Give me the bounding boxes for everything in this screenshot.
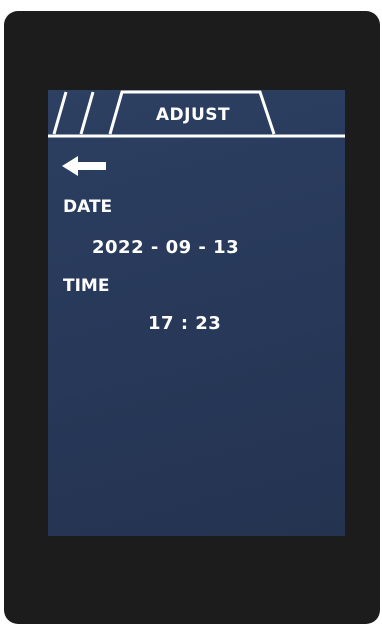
back-button[interactable] xyxy=(60,154,110,178)
arrow-left-icon xyxy=(62,156,106,176)
header-bar: ADJUST xyxy=(48,90,345,140)
date-label: DATE xyxy=(63,197,113,217)
time-label: TIME xyxy=(63,276,110,296)
device-bezel: ADJUST DATE 2022 - 09 - 13 TIME 17 : 23 xyxy=(4,11,380,624)
time-value[interactable]: 17 : 23 xyxy=(148,313,221,334)
screen-title: ADJUST xyxy=(155,105,231,125)
date-value[interactable]: 2022 - 09 - 13 xyxy=(92,237,239,258)
display-screen: ADJUST DATE 2022 - 09 - 13 TIME 17 : 23 xyxy=(48,90,345,536)
